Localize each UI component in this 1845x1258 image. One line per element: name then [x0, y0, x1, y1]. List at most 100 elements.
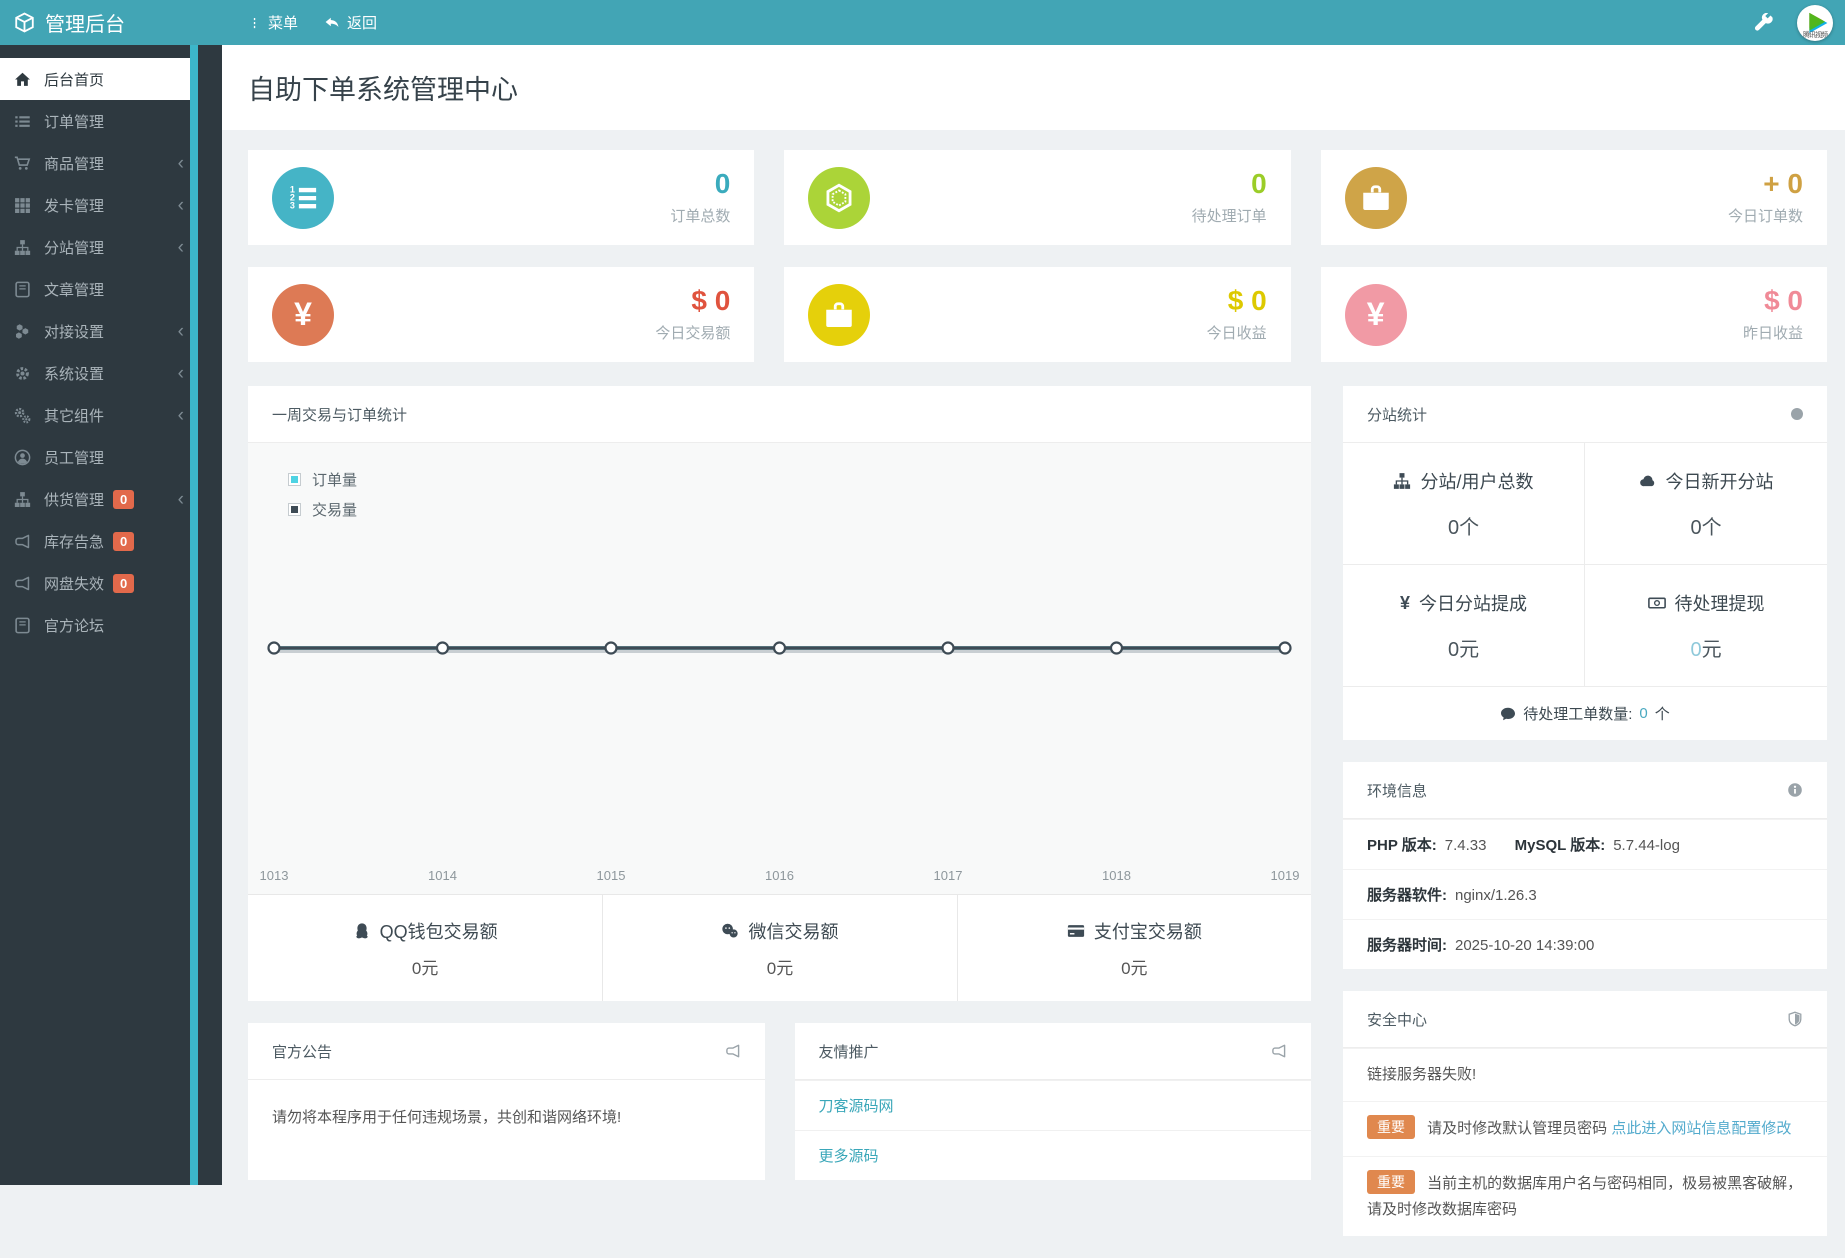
shield-icon[interactable]: [1787, 1011, 1803, 1027]
info-icon[interactable]: [1787, 782, 1803, 798]
chart-panel-header: 一周交易与订单统计: [248, 386, 1311, 443]
sidebar-item-home[interactable]: 后台首页: [0, 58, 190, 100]
qq-icon: [353, 922, 371, 940]
weekly-chart-panel: 一周交易与订单统计 订单量交易量 10131014101510161017101…: [248, 386, 1311, 1001]
environment-panel: 环境信息 PHP 版本:7.4.33 MySQL 版本:5.7.44-log 服…: [1343, 762, 1827, 969]
sidebar-item-cards[interactable]: 发卡管理 ‹: [0, 184, 222, 226]
brand[interactable]: 管理后台: [0, 8, 222, 37]
stat-card-yesterday-profit[interactable]: ¥ $ 0 昨日收益: [1321, 267, 1827, 362]
back-button[interactable]: 返回: [324, 12, 377, 33]
sidebar-item-suppliers[interactable]: 供货管理 0 ‹: [0, 478, 222, 520]
sidebar-item-forum[interactable]: 官方论坛: [0, 604, 222, 646]
environment-title: 环境信息: [1367, 780, 1427, 801]
sidebar-item-netdisk-invalid[interactable]: 网盘失效 0: [0, 562, 222, 604]
substation-title: 分站统计: [1367, 404, 1427, 425]
wrench-icon[interactable]: [1754, 13, 1773, 32]
stat-value: 0: [670, 169, 730, 200]
sidebar-item-staff[interactable]: 员工管理: [0, 436, 222, 478]
yen-icon: ¥: [272, 284, 334, 346]
sitemap-icon: [14, 239, 31, 256]
cloud-icon: [1639, 472, 1657, 490]
stat-card-total-orders[interactable]: 0 订单总数: [248, 150, 754, 245]
chart-point: [1111, 643, 1122, 654]
x-axis-label: 1013: [260, 868, 289, 883]
menu-button[interactable]: 菜单: [248, 12, 298, 33]
wechat-icon: [721, 922, 739, 940]
briefcase-icon: [808, 284, 870, 346]
announcement-body: 请勿将本程序用于任何违规场景，共创和谐网络环境!: [248, 1080, 765, 1174]
cell-unit: 个: [1702, 517, 1722, 539]
pay-stat-value: 0元: [412, 954, 438, 979]
sidebar-item-articles[interactable]: 文章管理: [0, 268, 222, 310]
chart-point: [943, 643, 954, 654]
cell-value: 0: [1448, 517, 1459, 539]
yen-icon: ¥: [1345, 284, 1407, 346]
qq-wallet-stat: QQ钱包交易额 0元: [248, 895, 602, 1001]
stat-cards: 0 订单总数 0 待处理订单 + 0 今日订单数: [248, 150, 1827, 362]
sidebar-item-components[interactable]: 其它组件 ‹: [0, 394, 222, 436]
pay-stat-label: QQ钱包交易额: [380, 918, 498, 944]
bullhorn-icon: [14, 575, 31, 592]
db-password-text: 当前主机的数据库用户名与密码相同，极易被黑客破解，请及时修改数据库密码: [1367, 1175, 1802, 1218]
list-icon: [14, 113, 31, 130]
chart-title: 一周交易与订单统计: [272, 404, 407, 425]
stat-label: 今日交易额: [655, 322, 730, 343]
pending-tickets-unit: 个: [1655, 703, 1670, 724]
promo-link[interactable]: 更多源码: [819, 1148, 879, 1165]
sidebar-item-integrations[interactable]: 对接设置 ‹: [0, 310, 222, 352]
announcement-panel: 官方公告 请勿将本程序用于任何违规场景，共创和谐网络环境!: [248, 1023, 765, 1180]
page-title: 自助下单系统管理中心: [248, 68, 518, 107]
payment-stats-row: QQ钱包交易额 0元 微信交易额 0元 支付宝交易额 0元: [248, 894, 1311, 1001]
gears-icon: [14, 407, 31, 424]
sidebar-item-label: 官方论坛: [44, 615, 104, 636]
server-time-value: 2025-10-20 14:39:00: [1455, 937, 1594, 954]
php-mysql-row: PHP 版本:7.4.33 MySQL 版本:5.7.44-log: [1343, 819, 1827, 869]
substation-stats-panel: 分站统计 分站/用户总数 0个 今日新开分站 0个: [1343, 386, 1827, 740]
sidebar-item-label: 供货管理: [44, 489, 104, 510]
main-content: 自助下单系统管理中心 0 订单总数 0 待处理订单: [222, 45, 1845, 1185]
mysql-version-value: 5.7.44-log: [1613, 837, 1680, 854]
chart-point: [269, 643, 280, 654]
pending-tickets-row: 待处理工单数量: 0 个: [1343, 686, 1827, 740]
stat-card-today-profit[interactable]: $ 0 今日收益: [784, 267, 1290, 362]
sidebar-item-stock-alert[interactable]: 库存告急 0: [0, 520, 222, 562]
stat-card-today-orders[interactable]: + 0 今日订单数: [1321, 150, 1827, 245]
mysql-version-label: MySQL 版本:: [1515, 837, 1606, 854]
promo-link[interactable]: 刀客源码网: [819, 1098, 894, 1115]
stat-value: 0: [1192, 169, 1267, 200]
page-header: 自助下单系统管理中心: [222, 45, 1845, 130]
sidebar-item-substations[interactable]: 分站管理 ‹: [0, 226, 222, 268]
chart-point: [1280, 643, 1291, 654]
announcement-title: 官方公告: [272, 1041, 332, 1062]
cell-value: 0: [1448, 639, 1459, 661]
chevron-left-icon: ‹: [178, 154, 184, 173]
sidebar-accent-divider: [190, 45, 198, 1185]
bullhorn-icon: [725, 1043, 741, 1059]
book-icon: [14, 281, 31, 298]
stat-label: 昨日收益: [1743, 322, 1803, 343]
cell-value: 0: [1690, 517, 1701, 539]
sidebar-item-label: 分站管理: [44, 237, 104, 258]
stat-card-today-volume[interactable]: ¥ $ 0 今日交易额: [248, 267, 754, 362]
chat-icon: [1500, 706, 1516, 722]
cubes-icon: [14, 323, 31, 340]
site-config-link[interactable]: 点此进入网站信息配置修改: [1611, 1120, 1791, 1137]
back-label: 返回: [347, 12, 377, 33]
gem-icon: [808, 167, 870, 229]
wechat-stat: 微信交易额 0元: [602, 895, 956, 1001]
brand-title: 管理后台: [45, 8, 125, 37]
stat-card-pending-orders[interactable]: 0 待处理订单: [784, 150, 1290, 245]
pending-tickets-value: 0: [1639, 705, 1647, 722]
cell-label: 今日新开分站: [1666, 468, 1774, 494]
sidebar-item-products[interactable]: 商品管理 ‹: [0, 142, 222, 184]
important-badge: 重要: [1367, 1170, 1415, 1194]
sidebar-item-settings[interactable]: 系统设置 ‹: [0, 352, 222, 394]
php-version-label: PHP 版本:: [1367, 837, 1437, 854]
ordered-list-icon: [272, 167, 334, 229]
change-password-row: 重要 请及时修改默认管理员密码 点此进入网站信息配置修改: [1343, 1101, 1827, 1155]
sidebar-item-orders[interactable]: 订单管理: [0, 100, 222, 142]
server-time-row: 服务器时间:2025-10-20 14:39:00: [1343, 919, 1827, 969]
x-axis-label: 1017: [934, 868, 963, 883]
video-app-logo[interactable]: 腾讯视频: [1797, 5, 1833, 41]
sidebar-item-label: 文章管理: [44, 279, 104, 300]
